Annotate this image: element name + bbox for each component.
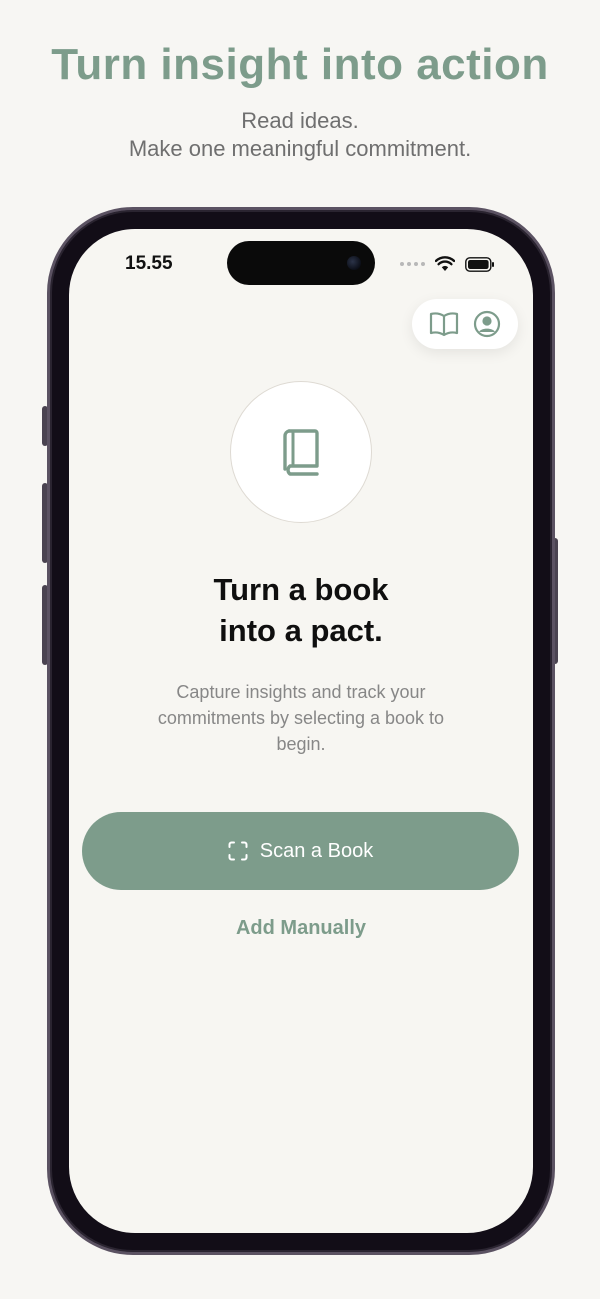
marketing-subline-1: Read ideas. [241,108,359,133]
app-screen: 15.55 Turn a book into a pact. Capture i… [69,229,533,1233]
battery-icon [465,256,494,272]
book-icon-circle [230,381,372,523]
open-book-icon [429,312,458,337]
hero-description: Capture insights and track your commitme… [157,682,445,754]
profile-button[interactable] [470,307,504,341]
library-button[interactable] [427,307,461,341]
marketing-subline-2: Make one meaningful commitment. [128,136,472,161]
front-camera [347,256,361,270]
scan-book-button[interactable]: Scan a Book [82,812,519,890]
scan-frame-icon [228,841,248,861]
hero-title-line-1: Turn a book [213,572,389,607]
wifi-icon [435,256,455,271]
scan-book-label: Scan a Book [259,839,374,862]
hero-title: Turn a book into a pact. [69,569,533,651]
profile-icon [473,310,500,338]
top-action-pill [412,299,518,349]
book-icon [283,429,319,476]
add-manually-button[interactable]: Add Manually [69,917,533,940]
hero-title-line-2: into a pact. [219,613,383,648]
status-icons [400,254,495,274]
marketing-headline: Turn insight into action [51,40,549,89]
dynamic-island [227,241,375,285]
status-time: 15.55 [125,253,173,274]
cellular-signal-icon [400,262,425,266]
